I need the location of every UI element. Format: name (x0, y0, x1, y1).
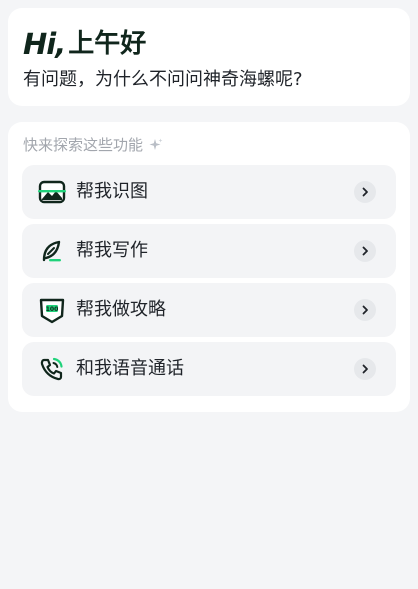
svg-text:100: 100 (46, 306, 59, 313)
hi-logo-text: Hi, (23, 26, 66, 61)
feature-item-writing[interactable]: 帮我写作 (22, 224, 396, 278)
greeting-header: Hi, 上午好 (23, 24, 146, 64)
feature-item-voice-call[interactable]: 和我语音通话 (22, 342, 396, 396)
features-title-text: 快来探索这些功能 (23, 136, 144, 154)
feature-item-travel-guide[interactable]: 100 帮我做攻略 (22, 283, 396, 337)
features-title: 快来探索这些功能 (23, 135, 163, 155)
chevron-right-icon (354, 181, 376, 203)
time-greeting: 上午好 (68, 29, 147, 59)
feature-item-image-recognition[interactable]: 帮我识图 (22, 165, 396, 219)
greeting-card: Hi, 上午好 有问题，为什么不问问神奇海螺呢? (8, 8, 410, 106)
feather-pen-icon (37, 236, 67, 266)
greeting-subtitle: 有问题，为什么不问问神奇海螺呢? (23, 69, 303, 90)
score-shield-icon: 100 (37, 295, 67, 325)
feature-label: 帮我识图 (76, 181, 148, 202)
chevron-right-icon (354, 358, 376, 380)
feature-label: 帮我写作 (76, 240, 148, 261)
chevron-right-icon (354, 240, 376, 262)
phone-call-icon (37, 354, 67, 384)
feature-label: 和我语音通话 (76, 358, 184, 379)
sparkle-icon (149, 138, 163, 150)
image-scan-icon (37, 177, 67, 207)
feature-label: 帮我做攻略 (76, 299, 166, 320)
features-card: 快来探索这些功能 帮我识图 帮我写作 100 帮我做攻略 和我语音通话 (8, 122, 410, 412)
chevron-right-icon (354, 299, 376, 321)
